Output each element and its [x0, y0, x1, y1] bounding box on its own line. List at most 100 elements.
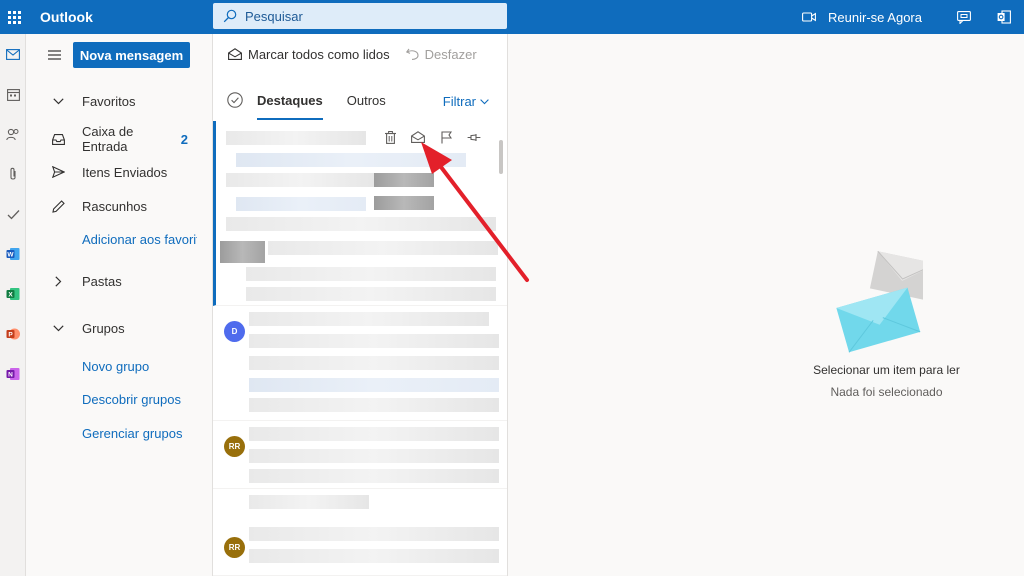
rail-powerpoint[interactable]: P: [0, 314, 26, 354]
mark-as-read-button[interactable]: [404, 127, 432, 147]
rail-onenote[interactable]: N: [0, 354, 26, 394]
app-title[interactable]: Outlook: [40, 9, 93, 25]
rail-files[interactable]: [0, 154, 26, 194]
obscured-content: [246, 287, 496, 301]
obscured-content: [249, 549, 499, 563]
message-item[interactable]: D: [213, 306, 507, 421]
favorites-section-header[interactable]: Favoritos: [34, 85, 212, 117]
obscured-content: [220, 241, 265, 263]
navigation-toggle-button[interactable]: [48, 48, 61, 63]
chevron-down-icon: [52, 97, 64, 104]
obscured-content: [249, 427, 499, 441]
obscured-content: [246, 267, 496, 281]
powerpoint-icon: P: [6, 328, 20, 340]
drafts-label: Rascunhos: [82, 198, 148, 214]
message-item[interactable]: RR: [213, 489, 507, 576]
chevron-down-icon: [52, 324, 64, 331]
rail-calendar[interactable]: [0, 74, 26, 114]
inbox-label: Caixa de Entrada: [82, 124, 134, 154]
filter-button[interactable]: Filtrar: [443, 94, 489, 109]
undo-button[interactable]: Desfazer: [405, 46, 477, 62]
unread-count-badge: 2: [180, 131, 188, 147]
people-icon: [6, 128, 19, 140]
avatar-initials: RR: [228, 543, 241, 552]
tab-other[interactable]: Outros: [347, 80, 386, 120]
manage-groups-link[interactable]: Gerenciar grupos: [82, 426, 197, 441]
calendar-icon: [6, 88, 20, 101]
search-box[interactable]: [213, 3, 507, 29]
search-icon: [223, 9, 237, 23]
obscured-content: [249, 378, 499, 392]
obscured-content: [236, 197, 366, 211]
rail-excel[interactable]: X: [0, 274, 26, 314]
obscured-content: [249, 398, 499, 412]
select-all-button[interactable]: [213, 92, 257, 108]
empty-state-title: Selecionar um item para ler: [813, 363, 960, 377]
add-to-favorites-link[interactable]: Adicionar aos favoritos: [82, 232, 197, 247]
circle-check-icon: [227, 92, 243, 108]
rail-mail[interactable]: [0, 34, 26, 74]
mark-all-read-label: Marcar todos como lidos: [248, 46, 390, 62]
message-item[interactable]: [213, 121, 507, 306]
obscured-content: [226, 131, 366, 145]
obscured-content: [249, 527, 499, 541]
rail-people[interactable]: [0, 114, 26, 154]
waffle-icon: [7, 10, 21, 24]
message-list-pane: Destaques Outros Filtrar D RR RR: [212, 34, 508, 576]
filter-label: Filtrar: [442, 94, 476, 109]
open-envelope-icon: [411, 131, 425, 143]
rail-word[interactable]: W: [0, 234, 26, 274]
new-message-button[interactable]: Nova mensagem: [73, 42, 190, 68]
word-icon: W: [6, 248, 20, 260]
open-envelope-icon: [228, 48, 242, 60]
pencil-icon: [51, 199, 65, 213]
paperclip-icon: [10, 167, 16, 180]
command-bar: Marcar todos como lidos Desfazer: [212, 34, 1024, 74]
feedback-button[interactable]: [944, 0, 984, 34]
avatar: RR: [224, 537, 245, 558]
avatar: D: [224, 321, 245, 342]
pin-button[interactable]: [460, 127, 488, 147]
avatar-initials: RR: [228, 442, 241, 451]
video-camera-icon: [802, 12, 816, 22]
inbox-tabs: Destaques Outros Filtrar: [213, 80, 509, 120]
undo-label: Desfazer: [424, 46, 477, 62]
meet-now-label: Reunir-se Agora: [828, 9, 922, 25]
checkmark-icon: [7, 209, 19, 219]
meet-now-button[interactable]: Reunir-se Agora: [802, 10, 922, 25]
undo-icon: [405, 48, 419, 60]
app-launcher-button[interactable]: [1, 0, 27, 34]
obscured-content: [374, 196, 434, 210]
scrollbar-thumb[interactable]: [499, 140, 503, 174]
obscured-content: [249, 449, 499, 463]
discover-groups-link[interactable]: Descobrir grupos: [82, 392, 197, 407]
groups-section-header[interactable]: Grupos: [34, 312, 212, 344]
message-hover-actions: [376, 127, 488, 147]
obscured-content: [249, 312, 489, 326]
office-app-button[interactable]: [984, 0, 1024, 34]
svg-text:N: N: [8, 372, 13, 379]
groups-label: Grupos: [82, 320, 125, 336]
sidebar-item-sent[interactable]: Itens Enviados: [34, 156, 212, 188]
search-input[interactable]: [245, 8, 485, 24]
outlook-logo-icon: [997, 10, 1011, 24]
message-item[interactable]: RR: [213, 421, 507, 489]
obscured-content: [249, 356, 499, 370]
flag-icon: [440, 130, 452, 143]
mail-icon: [6, 48, 20, 60]
svg-text:W: W: [7, 252, 14, 259]
sidebar-item-drafts[interactable]: Rascunhos: [34, 190, 212, 222]
delete-button[interactable]: [376, 127, 404, 147]
mark-all-read-button[interactable]: Marcar todos como lidos: [228, 47, 390, 62]
avatar-initials: D: [231, 327, 238, 336]
excel-icon: X: [6, 288, 20, 300]
rail-todo[interactable]: [0, 194, 26, 234]
chevron-down-icon: [480, 98, 489, 104]
obscured-content: [249, 334, 499, 348]
obscured-content: [249, 469, 499, 483]
new-group-link[interactable]: Novo grupo: [82, 359, 197, 374]
sidebar-item-inbox[interactable]: Caixa de Entrada 2: [34, 123, 212, 155]
folders-section-header[interactable]: Pastas: [34, 265, 212, 297]
flag-button[interactable]: [432, 127, 460, 147]
tab-focused[interactable]: Destaques: [257, 80, 323, 120]
